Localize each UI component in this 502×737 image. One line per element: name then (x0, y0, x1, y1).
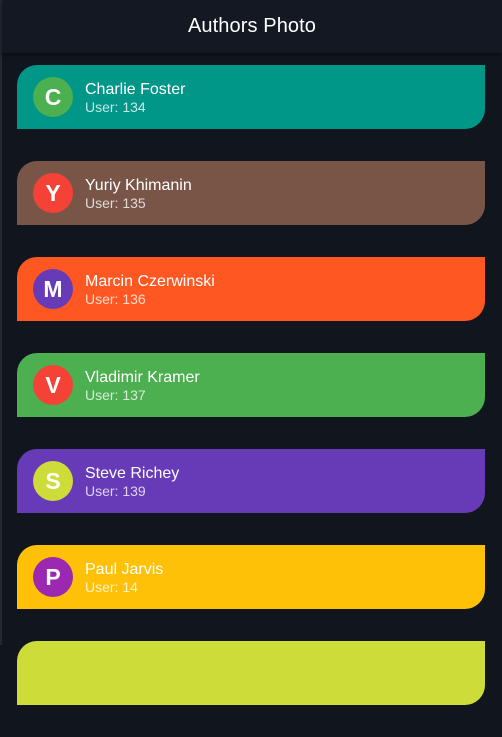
avatar (33, 653, 73, 693)
author-user-id: User: 135 (85, 194, 146, 211)
avatar: V (33, 365, 73, 405)
author-card[interactable] (17, 641, 485, 705)
author-card[interactable]: V Vladimir Kramer User: 137 (17, 353, 485, 417)
avatar: S (33, 461, 73, 501)
author-name: Vladimir Kramer (85, 368, 200, 386)
app-bar: Authors Photo (2, 0, 502, 53)
page-title: Authors Photo (187, 15, 317, 37)
author-card[interactable]: S Steve Richey User: 139 (17, 449, 485, 513)
author-name: Yuriy Khimanin (85, 176, 192, 194)
author-name: Charlie Foster (85, 80, 186, 98)
author-name: Paul Jarvis (85, 560, 164, 578)
author-user-id: User: 134 (85, 98, 146, 115)
author-card[interactable]: P Paul Jarvis User: 14 (17, 545, 485, 609)
authors-list[interactable]: C Charlie Foster User: 134 Y Yuriy Khima… (17, 65, 485, 737)
avatar: C (33, 77, 73, 117)
avatar: Y (33, 173, 73, 213)
author-user-id: User: 14 (85, 578, 138, 595)
avatar: P (33, 557, 73, 597)
author-card[interactable]: C Charlie Foster User: 134 (17, 65, 485, 129)
author-card[interactable]: Y Yuriy Khimanin User: 135 (17, 161, 485, 225)
author-user-id: User: 136 (85, 290, 146, 307)
author-card[interactable]: M Marcin Czerwinski User: 136 (17, 257, 485, 321)
author-user-id: User: 137 (85, 386, 146, 403)
author-user-id: User: 139 (85, 482, 146, 499)
avatar: M (33, 269, 73, 309)
author-name: Marcin Czerwinski (85, 272, 215, 290)
window-edge (0, 0, 2, 645)
author-name: Steve Richey (85, 464, 180, 482)
